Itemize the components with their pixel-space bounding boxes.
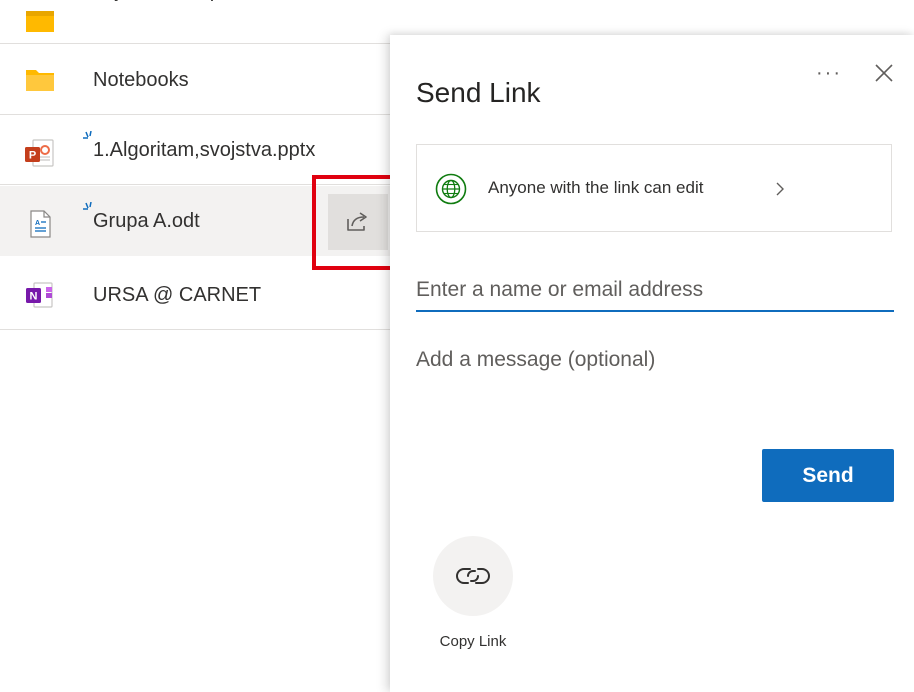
email-input[interactable] [416,270,894,312]
odt-document-icon: A [30,210,51,238]
file-row-partial[interactable]: Biljeznice za predmete [0,0,390,44]
send-button[interactable]: Send [762,449,894,502]
onenote-notebook-icon: N [26,282,53,308]
file-row-notebooks[interactable]: Notebooks [0,45,390,115]
folder-icon [26,11,54,32]
send-link-panel: Send Link ··· Anyone with the link can e… [390,35,914,692]
folder-icon [26,70,54,91]
globe-icon [435,173,467,205]
file-row-odt[interactable]: A Grupa A.odt [0,186,390,256]
panel-title: Send Link [416,77,541,108]
svg-text:A: A [35,220,40,227]
more-options-button[interactable]: ··· [816,63,842,83]
close-icon[interactable] [874,63,894,83]
link-icon [456,568,490,584]
copy-link-button[interactable] [433,536,513,616]
svg-text:N: N [30,291,38,303]
file-row-onenote[interactable]: N URSA @ CARNET [0,260,390,330]
chevron-right-icon [776,182,784,196]
copy-link-label: Copy Link [439,633,507,650]
file-name: URSA @ CARNET [93,284,262,306]
permission-text: Anyone with the link can edit [488,178,704,197]
link-permission-button[interactable]: Anyone with the link can edit [416,144,892,232]
share-button[interactable] [328,194,388,250]
file-name: 1.Algoritam,svojstva.pptx [93,139,316,161]
svg-text:P: P [29,150,36,162]
file-name: Biljeznice za predmete [93,0,294,26]
file-name: Notebooks [93,69,189,91]
file-list: Biljeznice za predmete Notebooks P 1.Alg… [0,0,399,692]
share-icon [347,212,367,231]
message-input[interactable] [416,348,894,418]
powerpoint-file-icon: P [25,139,54,167]
file-row-pptx[interactable]: P 1.Algoritam,svojstva.pptx [0,115,390,185]
file-name: Grupa A.odt [93,210,200,232]
